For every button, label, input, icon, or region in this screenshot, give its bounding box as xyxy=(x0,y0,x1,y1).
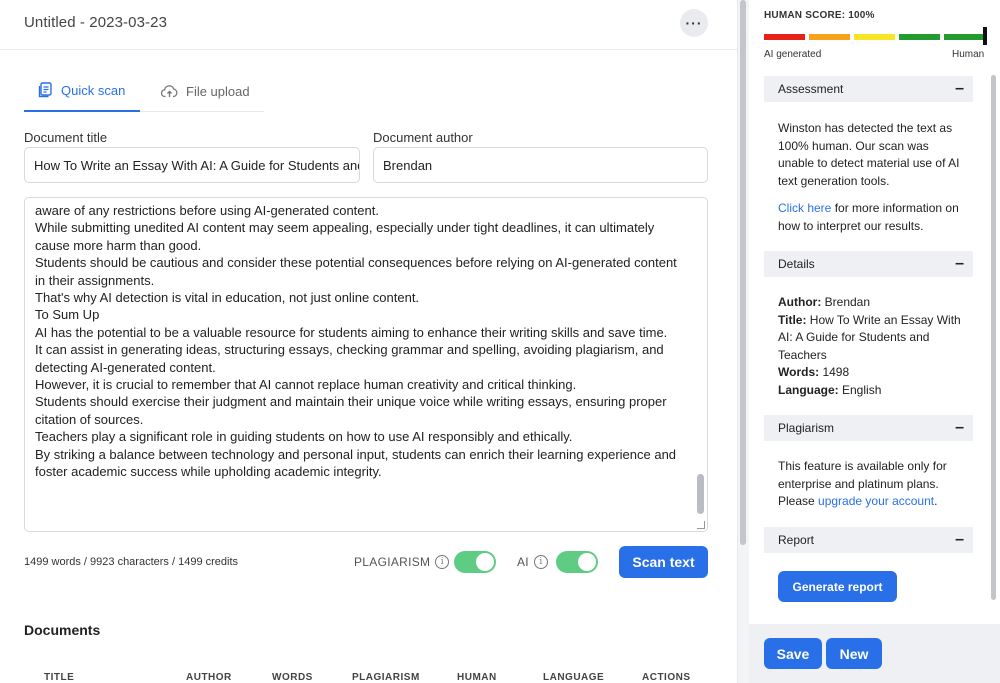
document-title-label: Document title xyxy=(24,130,108,145)
human-score-label: HUMAN SCORE: 100% xyxy=(764,10,875,21)
assessment-title: Assessment xyxy=(778,82,844,96)
column-words[interactable]: WORDS xyxy=(272,672,313,683)
language-value: English xyxy=(838,382,882,397)
document-icon xyxy=(38,82,53,98)
collapse-icon[interactable]: – xyxy=(955,81,964,97)
plagiarism-body: This feature is available only for enter… xyxy=(778,458,963,511)
assessment-more-info: Click here for more information on how t… xyxy=(778,200,963,235)
title-key: Title: xyxy=(778,312,807,327)
assessment-text: Winston has detected the text as 100% hu… xyxy=(778,121,960,188)
words-value: 1498 xyxy=(819,365,850,380)
details-title-row: Title: How To Write an Essay With AI: A … xyxy=(778,312,963,365)
plagiarism-toggle-label: PLAGIARISM i xyxy=(354,555,450,569)
assessment-header[interactable]: Assessment – xyxy=(764,76,973,102)
collapse-icon[interactable]: – xyxy=(955,532,964,548)
column-plagiarism[interactable]: PLAGIARISM xyxy=(352,672,420,683)
generate-report-button[interactable]: Generate report xyxy=(778,571,897,602)
details-words: Words: 1498 xyxy=(778,364,963,382)
column-human[interactable]: HUMAN xyxy=(457,672,497,683)
plagiarism-toggle[interactable] xyxy=(454,551,496,573)
ai-toggle[interactable] xyxy=(556,551,598,573)
report-title: Report xyxy=(778,533,815,547)
new-button[interactable]: New xyxy=(826,638,882,669)
tab-label: File upload xyxy=(186,83,250,99)
details-header[interactable]: Details – xyxy=(764,251,973,277)
collapse-icon[interactable]: – xyxy=(955,256,964,272)
tab-quick-scan[interactable]: Quick scan xyxy=(24,70,140,112)
score-marker xyxy=(983,27,987,45)
toggle-knob xyxy=(578,553,596,571)
save-button[interactable]: Save xyxy=(764,638,822,669)
text-editor[interactable]: aware of any restrictions before using A… xyxy=(24,197,708,532)
upgrade-account-link[interactable]: upgrade your account xyxy=(818,494,934,508)
results-panel: HUMAN SCORE: 100% AI generated Human Ass… xyxy=(749,0,1000,683)
title-value: How To Write an Essay With AI: A Guide f… xyxy=(778,312,961,362)
side-footer: Save New xyxy=(749,624,1000,683)
editor-scrollbar[interactable] xyxy=(697,474,704,514)
details-author: Author: Brendan xyxy=(778,294,963,312)
words-key: Words: xyxy=(778,365,820,380)
info-icon[interactable]: i xyxy=(435,555,450,569)
column-language[interactable]: LANGUAGE xyxy=(543,672,604,683)
report-header[interactable]: Report – xyxy=(764,527,973,553)
column-actions[interactable]: ACTIONS xyxy=(642,672,691,683)
ai-label: AI xyxy=(517,555,529,569)
scan-tabs: Quick scan File upload xyxy=(24,70,264,112)
language-key: Language: xyxy=(778,382,839,397)
more-options-button[interactable]: ··· xyxy=(680,9,708,37)
main-scrollbar-thumb[interactable] xyxy=(740,0,746,545)
plagiarism-header[interactable]: Plagiarism – xyxy=(764,415,973,441)
editor-line: aware of any restrictions before using A… xyxy=(35,203,379,218)
document-author-label: Document author xyxy=(373,130,473,145)
editor-line: Students should be cautious and consider… xyxy=(35,255,677,288)
author-value: Brendan xyxy=(821,295,871,309)
editor-line: By striking a balance between technology… xyxy=(35,446,677,480)
documents-title: Documents xyxy=(24,622,101,638)
editor-line: To Sum Up xyxy=(35,307,100,323)
author-key: Author: xyxy=(778,295,822,309)
column-title[interactable]: TITLE xyxy=(44,672,74,683)
score-low-label: AI generated xyxy=(764,49,822,60)
editor-line: While submitting unedited AI content may… xyxy=(35,220,655,253)
document-header: Untitled - 2023-03-23 ··· xyxy=(0,0,737,50)
document-author-input[interactable]: Brendan xyxy=(373,147,708,183)
editor-line: Students should exercise their judgment … xyxy=(35,394,667,427)
click-here-link[interactable]: Click here xyxy=(778,201,831,215)
details-language: Language: English xyxy=(778,382,963,400)
side-scrollbar-thumb[interactable] xyxy=(991,75,996,600)
tab-file-upload[interactable]: File upload xyxy=(161,70,250,112)
info-icon[interactable]: i xyxy=(533,555,548,569)
editor-content[interactable]: aware of any restrictions before using A… xyxy=(35,202,690,481)
plagiarism-label: PLAGIARISM xyxy=(354,555,431,569)
score-high-label: Human xyxy=(952,49,985,60)
details-title: Details xyxy=(778,257,815,271)
ai-toggle-label: AI i xyxy=(517,555,548,569)
editor-line: However, it is crucial to remember that … xyxy=(35,377,577,393)
toggle-knob xyxy=(476,553,494,571)
column-author[interactable]: AUTHOR xyxy=(186,672,232,683)
scan-text-button[interactable]: Scan text xyxy=(619,546,708,578)
cloud-upload-icon xyxy=(161,84,178,98)
word-count: 1499 words / 9923 characters / 1499 cred… xyxy=(24,556,239,568)
score-segment xyxy=(899,34,940,40)
score-segment xyxy=(854,34,895,40)
score-segment xyxy=(944,34,985,40)
collapse-icon[interactable]: – xyxy=(955,420,964,436)
tab-label: Quick scan xyxy=(61,82,126,98)
editor-line: AI has the potential to be a valuable re… xyxy=(35,324,668,340)
editor-line: It can assist in generating ideas, struc… xyxy=(35,342,664,375)
score-segment xyxy=(764,34,805,40)
plagiarism-after: . xyxy=(934,494,938,509)
plagiarism-title: Plagiarism xyxy=(778,421,835,435)
score-segment xyxy=(809,34,850,40)
editor-line: Teachers play a significant role in guid… xyxy=(35,429,573,445)
main-pane: Untitled - 2023-03-23 ··· Quick scan Fil… xyxy=(0,0,737,683)
document-name[interactable]: Untitled - 2023-03-23 xyxy=(24,14,167,31)
document-title-input[interactable]: How To Write an Essay With AI: A Guide f… xyxy=(24,147,360,183)
assessment-body: Winston has detected the text as 100% hu… xyxy=(778,120,963,236)
editor-line: That's why AI detection is vital in educ… xyxy=(35,290,420,306)
details-body: Author: Brendan Title: How To Write an E… xyxy=(778,294,963,400)
resize-handle-icon[interactable] xyxy=(697,521,705,529)
